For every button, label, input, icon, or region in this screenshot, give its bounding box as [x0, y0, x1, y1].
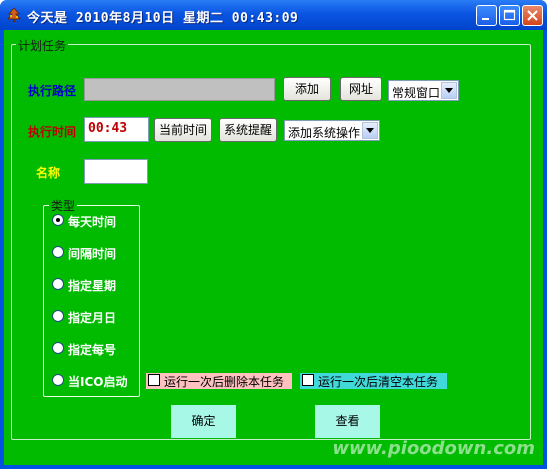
- title-bar[interactable]: 今天是 2010年8月10日 星期二 00:43:09: [0, 0, 547, 30]
- type-option-label: 指定月日: [68, 311, 117, 325]
- window-mode-select[interactable]: 常规窗口: [388, 80, 459, 101]
- time-input[interactable]: 00:43: [84, 117, 149, 142]
- path-input[interactable]: [84, 78, 275, 101]
- add-button[interactable]: 添加: [283, 77, 331, 101]
- close-button[interactable]: [522, 5, 543, 26]
- radio-selected-dot: [56, 218, 60, 222]
- tree-icon: [6, 7, 22, 23]
- minimize-icon: [482, 18, 489, 20]
- ok-button[interactable]: 确定: [171, 405, 236, 438]
- system-action-select[interactable]: 添加系统操作: [284, 120, 380, 141]
- radio-button[interactable]: [52, 374, 64, 386]
- radio-button[interactable]: [52, 246, 64, 258]
- type-option-label: 间隔时间: [68, 247, 117, 261]
- clear-after-run-label: 运行一次后清空本任务: [318, 375, 439, 389]
- system-action-dropdown-arrow[interactable]: [362, 122, 378, 139]
- maximize-button[interactable]: [499, 5, 520, 26]
- radio-button[interactable]: [52, 278, 64, 290]
- close-icon: [527, 10, 538, 21]
- view-button[interactable]: 查看: [315, 405, 380, 438]
- system-reminder-button[interactable]: 系统提醒: [219, 118, 277, 142]
- client-area: 计划任务 执行路径 添加 网址 常规窗口 执行时间 00:43 当前时间 系统提…: [4, 30, 543, 465]
- type-radio-list: 每天时间 间隔时间 指定星期 指定月日 指定每号 当ICO启动: [52, 213, 138, 393]
- checkbox[interactable]: [302, 374, 314, 386]
- path-label: 执行路径: [28, 84, 77, 98]
- radio-button[interactable]: [52, 342, 64, 354]
- window-mode-value: 常规窗口: [392, 86, 441, 100]
- url-button[interactable]: 网址: [340, 77, 382, 101]
- type-option-label: 每天时间: [68, 215, 117, 229]
- app-window: 今天是 2010年8月10日 星期二 00:43:09 计划任务 执行路径 添加…: [0, 0, 547, 469]
- checkbox[interactable]: [148, 374, 160, 386]
- delete-after-run-check[interactable]: 运行一次后删除本任务: [146, 373, 292, 389]
- chevron-down-icon: [366, 128, 374, 133]
- time-label: 执行时间: [28, 125, 77, 139]
- name-label: 名称: [36, 166, 61, 180]
- radio-button[interactable]: [52, 310, 64, 322]
- system-action-value: 添加系统操作: [288, 126, 361, 140]
- chevron-down-icon: [445, 88, 453, 93]
- current-time-button[interactable]: 当前时间: [154, 118, 212, 142]
- window-title: 今天是 2010年8月10日 星期二 00:43:09: [27, 11, 299, 26]
- minimize-button[interactable]: [476, 5, 497, 26]
- type-group-label: 类型: [49, 197, 78, 214]
- type-option-label: 指定星期: [68, 279, 117, 293]
- clear-after-run-check[interactable]: 运行一次后清空本任务: [300, 373, 447, 389]
- radio-button[interactable]: [52, 214, 64, 226]
- type-option-label: 指定每号: [68, 343, 117, 357]
- watermark-text: www.pioodown.com: [332, 438, 535, 459]
- delete-after-run-label: 运行一次后删除本任务: [164, 375, 285, 389]
- name-input[interactable]: [84, 159, 148, 184]
- maximize-icon: [503, 9, 516, 21]
- task-group-label: 计划任务: [16, 37, 69, 54]
- window-mode-dropdown-arrow[interactable]: [441, 82, 457, 99]
- type-option-label: 当ICO启动: [68, 375, 128, 389]
